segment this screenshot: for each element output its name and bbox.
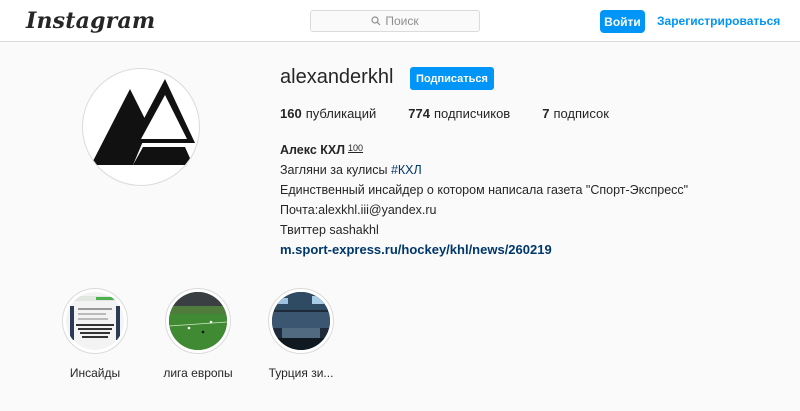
posts-count: 160 xyxy=(280,106,302,121)
bio-line-3: Почта:alexkhl.iii@yandex.ru xyxy=(280,203,437,217)
highlight-item[interactable]: лига европы xyxy=(163,288,233,380)
bio-line-1-text: Загляни за кулисы xyxy=(280,163,388,177)
highlight-label: Турция зи... xyxy=(268,366,334,380)
stat-followers[interactable]: 774 подписчиков xyxy=(408,106,510,121)
posts-label: публикаций xyxy=(305,106,377,121)
avatar-triangles-logo xyxy=(91,79,195,165)
highlight-cover-ring[interactable] xyxy=(62,288,128,354)
bio-name-line: Алекс КХЛ 100 xyxy=(280,138,760,160)
search-input[interactable]: Поиск xyxy=(310,10,480,32)
bio-hashtag-link[interactable]: #КХЛ xyxy=(391,163,422,177)
following-label: подписок xyxy=(553,106,609,121)
highlight-cover-ring[interactable] xyxy=(268,288,334,354)
profile-avatar[interactable] xyxy=(82,68,200,186)
highlight-label: Инсайды xyxy=(69,366,121,380)
top-navigation-bar: Instagram Поиск Войти Зарегистрироваться xyxy=(0,0,800,42)
highlight-cover-image xyxy=(272,292,330,350)
followers-count: 774 xyxy=(408,106,430,121)
instagram-logo[interactable]: Instagram xyxy=(26,8,155,34)
hundred-points-icon: 100 xyxy=(348,143,364,153)
bio-line-2: Единственный инсайдер о котором написала… xyxy=(280,183,689,197)
highlight-item[interactable]: Инсайды xyxy=(60,288,130,380)
search-placeholder: Поиск xyxy=(385,14,419,28)
profile-username: alexanderkhl xyxy=(280,66,394,88)
followers-label: подписчиков xyxy=(433,106,511,121)
stat-posts: 160 публикаций xyxy=(280,106,376,121)
following-count: 7 xyxy=(542,106,550,121)
story-highlights: Инсайды лига европы Турция зи... xyxy=(60,288,369,380)
bio-line-4: Твиттер sashakhl xyxy=(280,223,379,237)
stat-following[interactable]: 7 подписок xyxy=(542,106,609,121)
login-button[interactable]: Войти xyxy=(600,10,645,33)
highlight-item[interactable]: Турция зи... xyxy=(266,288,336,380)
register-link[interactable]: Зарегистрироваться xyxy=(657,14,780,28)
bio-line-1: Загляни за кулисы #КХЛ xyxy=(280,160,760,180)
highlight-cover-image xyxy=(66,292,124,350)
follow-button[interactable]: Подписаться xyxy=(410,67,494,90)
bio-name: Алекс КХЛ xyxy=(280,143,346,157)
profile-bio: Алекс КХЛ 100 Загляни за кулисы #КХЛ Един… xyxy=(280,138,760,260)
highlight-cover-ring[interactable] xyxy=(165,288,231,354)
profile-stats: 160 публикаций 774 подписчиков 7 подписок xyxy=(280,106,641,121)
bio-external-link[interactable]: m.sport-express.ru/hockey/khl/news/26021… xyxy=(280,240,760,260)
search-icon xyxy=(371,16,381,26)
highlight-label: лига европы xyxy=(163,366,233,380)
highlight-cover-image xyxy=(169,292,227,350)
